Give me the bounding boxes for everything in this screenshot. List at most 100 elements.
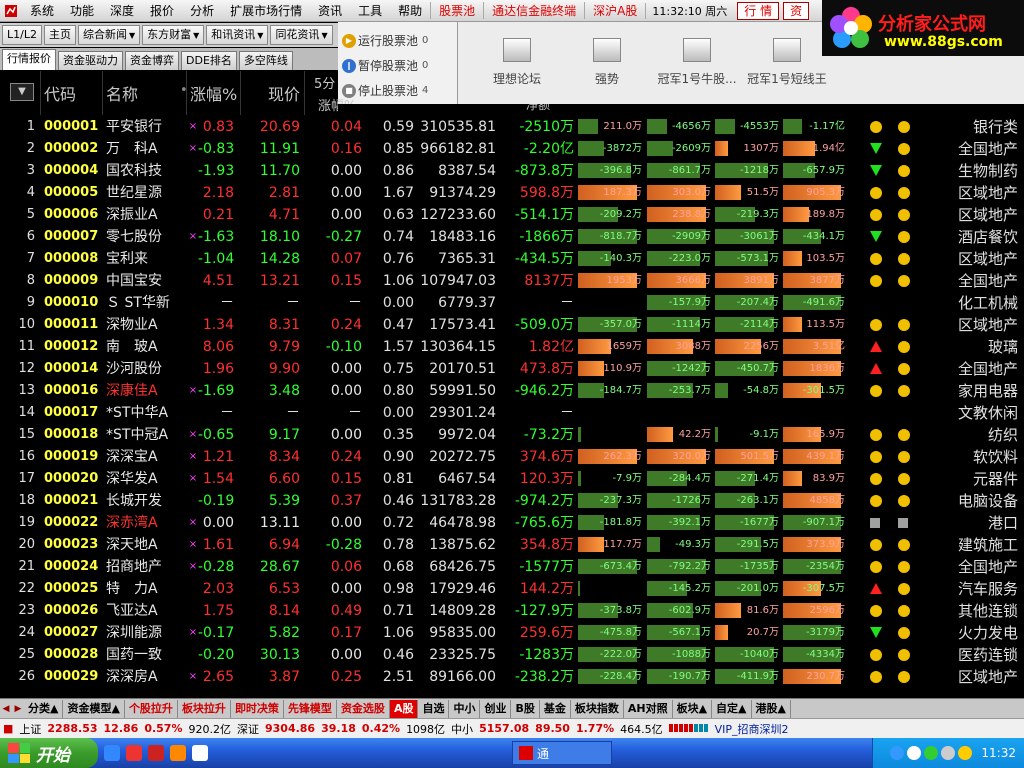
sh-index-name[interactable]: 上证 xyxy=(16,721,44,737)
menu-sh-sz-a[interactable]: 深沪A股 xyxy=(584,2,645,19)
table-row[interactable]: 3 000004 国农科技 -1.93 11.70 0.00 0.86 8387.54 -873… xyxy=(0,160,1024,182)
table-row[interactable]: 22 000025 特 力A 2.03 6.53 0.00 0.98 17929.46 144.… xyxy=(0,578,1024,600)
table-row[interactable]: 20 000023 深天地A × 1.61 6.94 -0.28 0.78 13875.62 35… xyxy=(0,534,1024,556)
market-tab[interactable]: 板块指数 xyxy=(571,699,624,718)
info-button[interactable]: 资 xyxy=(783,1,810,20)
volume-icon[interactable] xyxy=(958,746,973,760)
menu-item[interactable]: 深度 xyxy=(102,2,142,19)
pool-running[interactable]: ▶ 运行股票池 0 xyxy=(342,32,428,49)
market-tab[interactable]: 资金模型▲ xyxy=(63,699,125,718)
quote-button[interactable]: 行 情 xyxy=(737,1,780,20)
strategy-strong[interactable]: 强势 xyxy=(562,34,652,87)
ths-dropdown[interactable]: 同花资讯 ▼ xyxy=(270,25,333,45)
tab-fund-drive[interactable]: 资金驱动力 xyxy=(58,51,123,70)
menu-tdx-terminal[interactable]: 通达信金融终端 xyxy=(483,2,584,19)
menu-stock-pool[interactable]: 股票池 xyxy=(430,2,483,19)
table-row[interactable]: 9 000010 Ｓ ST华新 － － － 0.00 6779.37 － -157.9万 -207.… xyxy=(0,292,1024,314)
table-row[interactable]: 10 000011 深物业A 1.34 8.31 0.24 0.47 17573.41 -509… xyxy=(0,314,1024,336)
tray-icon[interactable] xyxy=(924,746,939,760)
table-row[interactable]: 12 000014 沙河股份 1.96 9.90 0.00 0.75 20170.51 473.… xyxy=(0,358,1024,380)
menu-item[interactable]: 帮助 xyxy=(390,2,430,19)
network-icon[interactable] xyxy=(941,746,956,760)
tray-icon[interactable] xyxy=(907,746,922,760)
market-tab[interactable]: 港股▲ xyxy=(752,699,791,718)
market-tab[interactable]: 资金选股 xyxy=(337,699,390,718)
start-button[interactable]: 开始 xyxy=(0,738,98,768)
table-row[interactable]: 5 000006 深振业A 0.21 4.71 0.00 0.63 127233.60 -514… xyxy=(0,204,1024,226)
zx-index-name[interactable]: 中小 xyxy=(448,721,476,737)
table-row[interactable]: 13 000016 深康佳A × -1.69 3.48 0.00 0.80 59991.50 -9… xyxy=(0,380,1024,402)
level-button[interactable]: L1/L2 xyxy=(2,25,42,45)
table-row[interactable]: 25 000028 国药一致 -0.20 30.13 0.00 0.46 23325.75 -1… xyxy=(0,644,1024,666)
market-tab[interactable]: B股 xyxy=(511,699,540,718)
header-price[interactable]: 现价 xyxy=(268,81,300,105)
market-tab[interactable]: 基金 xyxy=(540,699,571,718)
dfcf-dropdown[interactable]: 东方财富 ▼ xyxy=(142,25,205,45)
table-row[interactable]: 16 000019 深深宝A × 1.21 8.34 0.24 0.90 20272.75 374… xyxy=(0,446,1024,468)
table-row[interactable]: 2 000002 万 科A × -0.83 11.91 0.16 0.85 966182.81-… xyxy=(0,138,1024,160)
market-tab[interactable]: 即时决策 xyxy=(231,699,284,718)
table-row[interactable]: 19 000022 深赤湾A × 0.00 13.11 0.00 0.72 46478.98 -7… xyxy=(0,512,1024,534)
market-tab[interactable]: 先锋模型 xyxy=(284,699,337,718)
vip-server-label[interactable]: VIP_招商深圳2 xyxy=(712,721,792,737)
tab-dde-rank[interactable]: DDE排名 xyxy=(181,51,237,70)
menu-item[interactable]: 工具 xyxy=(350,2,390,19)
hexun-dropdown[interactable]: 和讯资讯 ▼ xyxy=(206,25,269,45)
menu-item[interactable]: 分析 xyxy=(182,2,222,19)
app-quicklaunch-icon[interactable] xyxy=(192,745,208,761)
market-tab[interactable]: 自选 xyxy=(418,699,450,718)
table-row[interactable]: 6 000007 零七股份 × -1.63 18.10 -0.27 0.74 18483.16-… xyxy=(0,226,1024,248)
tab-long-short[interactable]: 多空阵线 xyxy=(238,51,293,70)
pool-paused[interactable]: ‖ 暂停股票池 0 xyxy=(342,57,428,74)
market-tab[interactable]: 分类▲ xyxy=(24,699,64,718)
tray-icon[interactable] xyxy=(890,746,905,760)
table-row[interactable]: 15 000018 *ST中冠A × -0.65 9.17 0.00 0.35 9972.04-… xyxy=(0,424,1024,446)
header-name[interactable]: 名称 xyxy=(106,81,138,105)
market-tab[interactable]: 自定▲ xyxy=(712,699,752,718)
table-row[interactable]: 14 000017 *ST中华A － － － 0.00 29301.24 － 文教休闲 xyxy=(0,402,1024,424)
app-icon[interactable] xyxy=(0,0,22,22)
scroll-left-icon[interactable]: ◀ xyxy=(0,701,12,717)
sz-index-name[interactable]: 深证 xyxy=(234,721,262,737)
header-net[interactable]: 净额 xyxy=(526,104,550,113)
market-tab[interactable]: 个股拉升 xyxy=(125,699,178,718)
market-tab[interactable]: 板块▲ xyxy=(673,699,713,718)
table-row[interactable]: 7 000008 宝利来 -1.04 14.28 0.07 0.76 7365.31 -434.… xyxy=(0,248,1024,270)
menu-item[interactable]: 扩展市场行情 xyxy=(222,2,310,19)
app-quicklaunch-icon[interactable] xyxy=(126,745,142,761)
table-row[interactable]: 8 000009 中国宝安 4.51 13.21 0.15 1.06 107947.03 813… xyxy=(0,270,1024,292)
header-5min[interactable]: 5分 xyxy=(314,73,335,92)
table-row[interactable]: 11 000012 南 玻A 8.06 9.79 -0.10 1.57 130364.15 1.… xyxy=(0,336,1024,358)
header-code[interactable]: 代码 xyxy=(44,81,76,105)
app-quicklaunch-icon[interactable] xyxy=(148,745,164,761)
menu-item[interactable]: 系统 xyxy=(22,2,62,19)
home-button[interactable]: 主页 xyxy=(43,25,76,45)
header-change-pct[interactable]: 涨幅% xyxy=(190,81,237,105)
table-row[interactable]: 17 000020 深华发A × 1.54 6.60 0.15 0.81 6467.54 120.… xyxy=(0,468,1024,490)
app-quicklaunch-icon[interactable] xyxy=(170,745,186,761)
market-tab[interactable]: 中小 xyxy=(449,699,481,718)
menu-item[interactable]: 报价 xyxy=(142,2,182,19)
table-row[interactable]: 21 000024 招商地产 × -0.28 28.67 0.06 0.68 68426.75-… xyxy=(0,556,1024,578)
taskbar-app-tdx[interactable]: 通 xyxy=(512,741,612,765)
tab-fund-game[interactable]: 资金博弈 xyxy=(125,51,179,70)
menu-item[interactable]: 功能 xyxy=(62,2,102,19)
market-tab[interactable]: 创业 xyxy=(480,699,512,718)
market-tab[interactable]: 板块拉升 xyxy=(178,699,231,718)
strategy-champion-short[interactable]: 冠军1号短线王 xyxy=(742,34,832,87)
table-row[interactable]: 26 000029 深深房A × 2.65 3.87 0.25 2.51 89166.00 -23… xyxy=(0,666,1024,688)
market-tab[interactable]: A股 xyxy=(389,699,419,718)
menu-item[interactable]: 资讯 xyxy=(310,2,350,19)
ie-icon[interactable] xyxy=(104,745,120,761)
tab-quotes[interactable]: 行情报价 xyxy=(2,49,56,70)
market-tab[interactable]: AH对照 xyxy=(624,699,673,718)
news-dropdown[interactable]: 综合新闻 ▼ xyxy=(77,25,141,45)
table-row[interactable]: 24 000027 深圳能源 × -0.17 5.82 0.17 1.06 95835.00 25… xyxy=(0,622,1024,644)
table-row[interactable]: 1 000001 平安银行 × 0.83 20.69 0.04 0.59 310535.81 -2… xyxy=(0,116,1024,138)
scroll-right-icon[interactable]: ▶ xyxy=(12,701,24,717)
table-row[interactable]: 23 000026 飞亚达A 1.75 8.14 0.49 0.71 14809.28 -127… xyxy=(0,600,1024,622)
sort-menu-button[interactable]: ▼ xyxy=(10,83,34,101)
table-row[interactable]: 18 000021 长城开发 -0.19 5.39 0.37 0.46 131783.28 -9… xyxy=(0,490,1024,512)
table-row[interactable]: 4 000005 世纪星源 2.18 2.81 0.00 1.67 91374.29 598.8… xyxy=(0,182,1024,204)
strategy-champion-bull[interactable]: 冠军1号牛股... xyxy=(652,34,742,87)
